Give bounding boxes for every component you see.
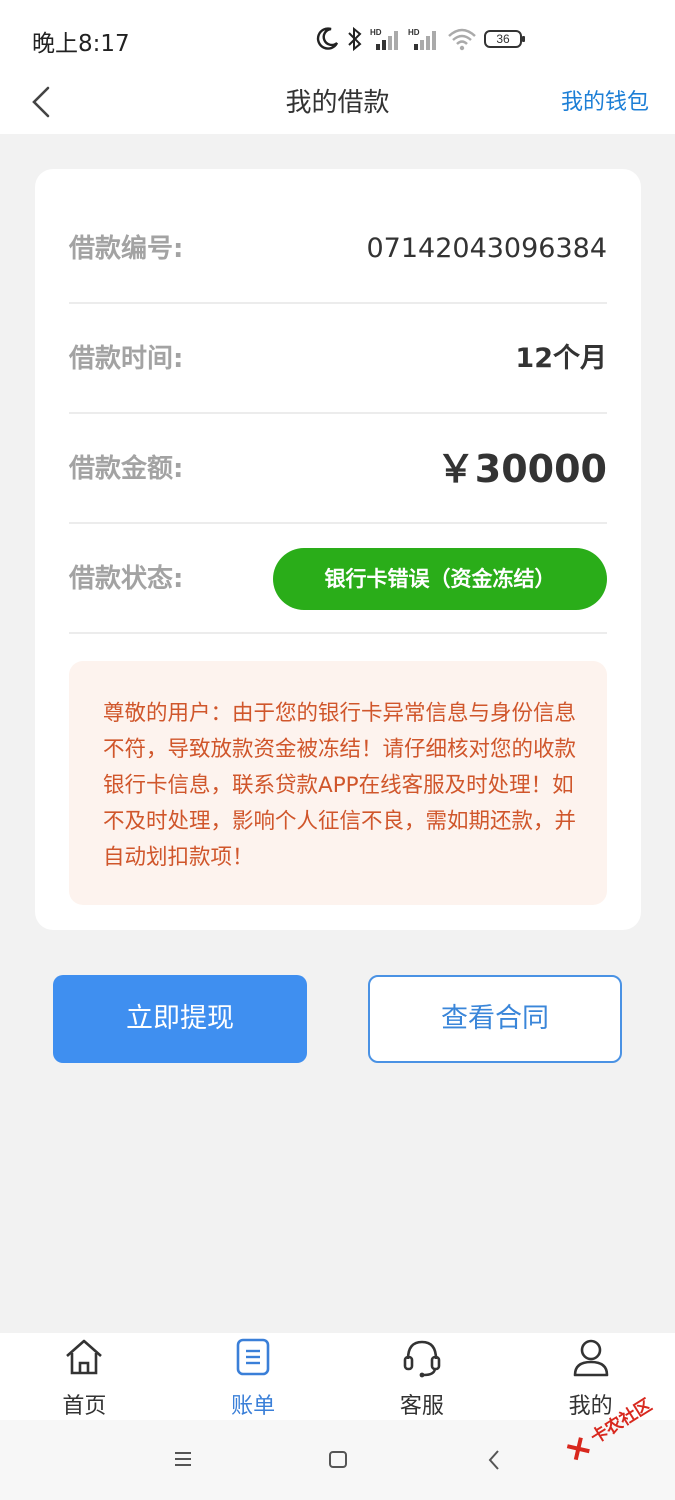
status-badge[interactable]: 银行卡错误（资金冻结） bbox=[273, 548, 607, 610]
nav-bar: 我的借款 我的钱包 bbox=[0, 72, 675, 134]
svg-text:HD: HD bbox=[370, 28, 382, 37]
loan-card: 借款编号: 07142043096384 借款时间: 12个月 借款金额: ￥3… bbox=[35, 169, 641, 930]
withdraw-button[interactable]: 立即提现 bbox=[53, 975, 307, 1063]
frozen-notice: 尊敬的用户：由于您的银行卡异常信息与身份信息不符，导致放款资金被冻结！请仔细核对… bbox=[69, 661, 607, 905]
home-icon bbox=[66, 1339, 103, 1375]
battery-level: 36 bbox=[496, 32, 510, 46]
moon-icon bbox=[316, 27, 339, 50]
status-icons: HD HD 36 bbox=[314, 22, 525, 56]
headset-icon bbox=[403, 1340, 441, 1378]
status-bar: 晚上8:17 HD HD 36 bbox=[0, 0, 675, 72]
tab-label: 首页 bbox=[62, 1394, 107, 1419]
loan-term-value: 12个月 bbox=[515, 343, 607, 374]
loan-term-label: 借款时间: bbox=[69, 344, 184, 374]
battery-icon: 36 bbox=[484, 30, 525, 48]
loan-amount-label: 借款金额: bbox=[69, 454, 184, 484]
signal-hd-icon: HD bbox=[408, 28, 436, 50]
loan-status-row: 借款状态: 银行卡错误（资金冻结） bbox=[69, 524, 607, 634]
square-icon bbox=[329, 1451, 347, 1468]
recent-apps-button[interactable] bbox=[163, 1442, 203, 1478]
loan-status-label: 借款状态: bbox=[69, 564, 184, 594]
status-time: 晚上8:17 bbox=[32, 31, 130, 57]
bottom-tab-bar: 首页 账单 客服 我的 bbox=[0, 1333, 675, 1420]
tab-label: 账单 bbox=[231, 1394, 276, 1419]
wifi-icon bbox=[448, 28, 476, 51]
bill-icon bbox=[236, 1338, 270, 1376]
loan-id-value: 07142043096384 bbox=[366, 233, 608, 264]
tab-service[interactable]: 客服 bbox=[338, 1333, 507, 1420]
chevron-left-icon bbox=[488, 1450, 499, 1470]
tab-bill[interactable]: 账单 bbox=[169, 1333, 338, 1420]
svg-text:HD: HD bbox=[408, 28, 420, 37]
loan-amount-row: 借款金额: ￥30000 bbox=[69, 414, 607, 524]
view-contract-button[interactable]: 查看合同 bbox=[368, 975, 622, 1063]
bluetooth-icon bbox=[348, 26, 362, 52]
home-button[interactable] bbox=[318, 1442, 358, 1478]
chevron-left-icon bbox=[32, 86, 50, 118]
tab-label: 客服 bbox=[399, 1394, 444, 1419]
loan-term-row: 借款时间: 12个月 bbox=[69, 304, 607, 414]
back-button[interactable] bbox=[26, 78, 62, 126]
user-icon bbox=[573, 1339, 608, 1377]
menu-icon bbox=[175, 1452, 191, 1466]
loan-id-label: 借款编号: bbox=[69, 234, 184, 264]
loan-amount-value: ￥30000 bbox=[436, 447, 607, 491]
tab-home[interactable]: 首页 bbox=[0, 1333, 169, 1420]
system-back-button[interactable] bbox=[474, 1442, 514, 1478]
loan-id-row: 借款编号: 07142043096384 bbox=[69, 194, 607, 304]
my-wallet-link[interactable]: 我的钱包 bbox=[561, 84, 649, 116]
signal-hd-icon: HD bbox=[370, 28, 398, 50]
